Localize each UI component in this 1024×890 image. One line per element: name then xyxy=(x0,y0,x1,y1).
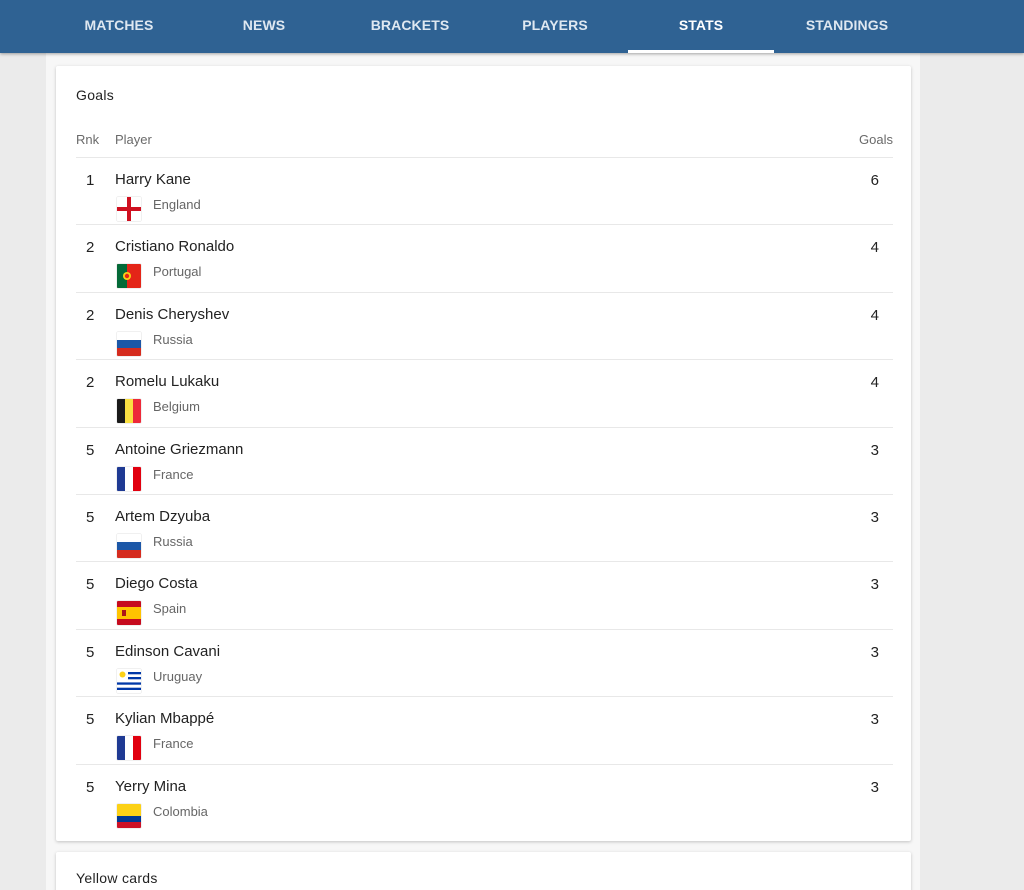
goals-cell: 3 xyxy=(870,643,879,661)
yellow-cards-card-title: Yellow cards xyxy=(76,870,158,886)
country-name: Russia xyxy=(153,331,193,347)
rank-cell: 2 xyxy=(86,239,95,257)
goals-cell: 6 xyxy=(870,172,879,189)
goals-card: Goals Rnk Player Goals 1 Harry Kane Englan… xyxy=(56,66,911,841)
country-name: England xyxy=(153,197,201,212)
player-name[interactable]: Artem Dzyuba xyxy=(115,508,210,525)
rank-cell: 5 xyxy=(86,711,95,729)
table-row[interactable]: 2 Denis Cheryshev Russia 4 xyxy=(76,293,893,361)
table-row[interactable]: 1 Harry Kane England 6 xyxy=(76,158,893,226)
goals-cell: 4 xyxy=(870,374,879,392)
player-name[interactable]: Romelu Lukaku xyxy=(115,373,219,390)
tab-players[interactable]: PLAYERS xyxy=(482,0,628,53)
russia-flag-icon xyxy=(117,533,141,558)
france-flag-icon xyxy=(117,466,141,491)
rank-cell: 5 xyxy=(86,576,95,594)
goals-card-title: Goals xyxy=(76,87,115,103)
goals-cell: 3 xyxy=(870,711,879,729)
table-row[interactable]: 2 Romelu Lukaku Belgium 4 xyxy=(76,360,893,428)
tab-stats[interactable]: STATS xyxy=(628,0,774,53)
rank-cell: 5 xyxy=(86,778,95,796)
country-name: Belgium xyxy=(153,399,200,415)
france-flag-icon xyxy=(117,736,141,761)
rank-cell: 5 xyxy=(86,508,95,526)
goals-cell: 4 xyxy=(870,306,879,324)
player-name[interactable]: Denis Cheryshev xyxy=(115,306,229,323)
table-row[interactable]: 5 Diego Costa Spain 3 xyxy=(76,562,893,630)
rank-cell: 5 xyxy=(86,441,95,459)
spain-flag-icon xyxy=(117,601,141,626)
column-header-goals: Goals xyxy=(859,132,893,147)
tab-standings[interactable]: STANDINGS xyxy=(774,0,920,53)
goals-cell: 3 xyxy=(870,576,879,594)
england-flag-icon xyxy=(117,197,141,221)
top-navigation: MATCHES NEWS BRACKETS PLAYERS STATS STAN… xyxy=(0,0,1024,53)
goals-cell: 3 xyxy=(870,508,879,526)
player-name[interactable]: Cristiano Ronaldo xyxy=(115,238,234,255)
table-row[interactable]: 5 Kylian Mbappé France 3 xyxy=(76,697,893,765)
player-name[interactable]: Yerry Mina xyxy=(115,778,186,795)
country-name: Colombia xyxy=(153,803,208,819)
russia-flag-icon xyxy=(117,331,141,356)
colombia-flag-icon xyxy=(117,803,141,828)
goals-table-body: 1 Harry Kane England 6 2 Cristiano Ronaldo Por… xyxy=(76,158,893,832)
tab-brackets[interactable]: BRACKETS xyxy=(337,0,483,53)
rank-cell: 5 xyxy=(86,643,95,661)
country-name: Uruguay xyxy=(153,668,203,684)
belgium-flag-icon xyxy=(117,399,141,424)
goals-cell: 3 xyxy=(870,778,879,796)
tab-matches[interactable]: MATCHES xyxy=(46,0,192,53)
table-row[interactable]: 5 Yerry Mina Colombia 3 xyxy=(76,765,893,832)
table-row[interactable]: 5 Edinson Cavani Uruguay 3 xyxy=(76,630,893,698)
table-row[interactable]: 5 Antoine Griezmann France 3 xyxy=(76,428,893,495)
goals-cell: 4 xyxy=(870,239,879,257)
country-name: Russia xyxy=(153,533,193,549)
tab-news[interactable]: NEWS xyxy=(191,0,337,53)
column-header-rank: Rnk xyxy=(76,132,100,147)
column-header-player: Player xyxy=(115,132,152,147)
table-row[interactable]: 2 Cristiano Ronaldo Portugal 4 xyxy=(76,225,893,293)
player-name[interactable]: Diego Costa xyxy=(115,575,198,592)
portugal-flag-icon xyxy=(117,264,141,289)
player-name[interactable]: Kylian Mbappé xyxy=(115,710,214,727)
table-header: Rnk Player Goals xyxy=(76,132,893,158)
player-name[interactable]: Harry Kane xyxy=(115,171,191,188)
goals-cell: 3 xyxy=(870,441,879,459)
country-name: Portugal xyxy=(153,264,202,280)
rank-cell: 2 xyxy=(86,306,95,324)
yellow-cards-card: Yellow cards xyxy=(56,852,911,890)
rank-cell: 2 xyxy=(86,374,95,392)
country-name: France xyxy=(153,736,194,752)
country-name: France xyxy=(153,466,194,482)
country-name: Spain xyxy=(153,601,187,617)
table-row[interactable]: 5 Artem Dzyuba Russia 3 xyxy=(76,495,893,563)
player-name[interactable]: Edinson Cavani xyxy=(115,643,220,660)
rank-cell: 1 xyxy=(86,172,95,189)
uruguay-flag-icon xyxy=(117,668,141,693)
player-name[interactable]: Antoine Griezmann xyxy=(115,441,243,458)
